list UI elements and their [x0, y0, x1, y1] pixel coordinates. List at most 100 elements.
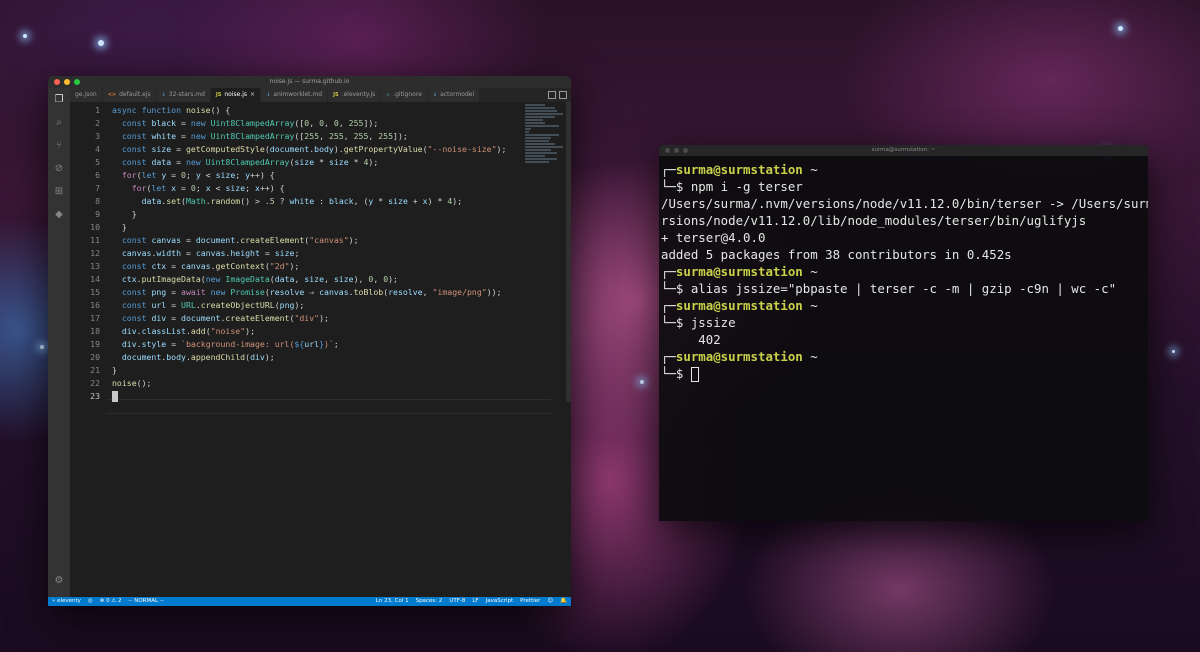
vim-mode: -- NORMAL --: [128, 598, 164, 604]
line-number: 18: [90, 326, 100, 336]
notifications-icon[interactable]: 🔔: [560, 597, 567, 606]
tab-package-json[interactable]: ge.json: [70, 88, 103, 102]
code-line: 19 div.style = `background-image: url(${…: [70, 338, 571, 351]
tab-default-ejs[interactable]: <> default.ejs: [102, 88, 157, 102]
git-file-icon: ◆: [386, 92, 391, 98]
more-actions-icon[interactable]: [559, 91, 567, 99]
code-line: 15 const png = await new Promise(resolve…: [70, 286, 571, 299]
close-window-button[interactable]: [665, 148, 670, 153]
code-line: 6 for(let y = 0; y < size; y++) {: [70, 169, 571, 182]
command-text: $ npm i -g terser: [675, 179, 803, 194]
prompt-user: surma@surmstation: [675, 298, 803, 313]
end-of-line[interactable]: LF: [472, 597, 478, 606]
sync-icon[interactable]: ◎: [88, 597, 93, 606]
command-text: $ jssize: [675, 315, 736, 330]
tab-gitignore[interactable]: ◆ .gitignore: [381, 88, 428, 102]
search-icon[interactable]: ⌕: [53, 117, 65, 129]
code-line: 11 const canvas = document.createElement…: [70, 234, 571, 247]
prompt-path: ~: [802, 162, 818, 177]
minimize-window-button[interactable]: [674, 148, 679, 153]
code-line: 5 const data = new Uint8ClampedArray(siz…: [70, 156, 571, 169]
code-line: 4 const size = getComputedStyle(document…: [70, 143, 571, 156]
markdown-file-icon: ↓: [432, 92, 438, 98]
line-number: 1: [95, 105, 100, 115]
git-branch-item[interactable]: ⑂ eleventy: [52, 597, 81, 606]
line-number: 11: [90, 235, 100, 245]
terminal-window[interactable]: surma@surmstation: ~ ┌─surma@surmstation…: [659, 145, 1148, 521]
js-file-icon: JS: [333, 92, 339, 98]
code-editor[interactable]: 1 async function noise() { 2 const black …: [70, 102, 571, 597]
terminal-titlebar: surma@surmstation: ~: [659, 145, 1148, 156]
extensions-icon[interactable]: ⊞: [53, 186, 65, 198]
background-star: [640, 380, 644, 384]
terminal-output[interactable]: ┌─surma@surmstation ~ └─$ npm i -g terse…: [661, 156, 1148, 521]
js-file-icon: JS: [215, 92, 222, 98]
code-line: 22 noise();: [70, 377, 571, 390]
line-number: 22: [90, 378, 100, 388]
line-number: 4: [95, 144, 100, 154]
background-star: [1118, 26, 1123, 31]
explorer-icon[interactable]: ❐: [53, 94, 65, 106]
line-number: 3: [95, 131, 100, 141]
code-line: 16 const url = URL.createObjectURL(png);: [70, 299, 571, 312]
code-line: 1 async function noise() {: [70, 104, 571, 117]
line-number: 15: [90, 287, 100, 297]
tab-label: .eleventy.js: [341, 91, 376, 98]
cursor-position[interactable]: Ln 23, Col 1: [376, 597, 409, 606]
zoom-window-button[interactable]: [683, 148, 688, 153]
code-line: 21}: [70, 364, 571, 377]
code-line: 18 div.classList.add("noise");: [70, 325, 571, 338]
code-line: 12 canvas.width = canvas.height = size;: [70, 247, 571, 260]
tab-noise-js[interactable]: JS noise.js ×: [210, 88, 262, 102]
code-line: 20 document.body.appendChild(div);: [70, 351, 571, 364]
line-number: 7: [95, 183, 100, 193]
tab-eleventy-js[interactable]: JS .eleventy.js: [328, 88, 382, 102]
line-number: 2: [95, 118, 100, 128]
debug-icon[interactable]: ⊘: [53, 163, 65, 175]
prompt-user: surma@surmstation: [675, 349, 803, 364]
source-control-icon[interactable]: ⑂: [53, 140, 65, 152]
line-number: 23: [90, 391, 100, 401]
terminal-prompt-line: ┌─surma@surmstation ~: [661, 349, 818, 364]
terminal-output-line: + terser@4.0.0: [661, 230, 766, 245]
gear-icon[interactable]: ⚙: [53, 575, 65, 587]
indentation[interactable]: Spaces: 2: [416, 597, 443, 606]
line-number: 12: [90, 248, 100, 258]
docker-icon[interactable]: ◆: [53, 209, 65, 221]
tab-actormodel[interactable]: ↓ actormodel: [427, 88, 481, 102]
terminal-output-line: added 5 packages from 38 contributors in…: [661, 247, 1012, 262]
problems-item[interactable]: ⊗ 0 ⚠ 2: [100, 597, 122, 606]
prompt-path: ~: [802, 298, 818, 313]
tab-animworklet-md[interactable]: ↓ animworklet.md: [261, 88, 329, 102]
background-star: [23, 34, 27, 38]
line-number: 17: [90, 313, 100, 323]
line-number: 19: [90, 339, 100, 349]
minimize-window-button[interactable]: [64, 79, 70, 85]
code-line: 8 data.set(Math.random() > .5 ? white : …: [70, 195, 571, 208]
prompt-path: ~: [802, 349, 818, 364]
language-mode[interactable]: JavaScript: [486, 597, 514, 606]
background-star: [98, 40, 104, 46]
branch-name: eleventy: [57, 598, 81, 604]
code-line: 2 const black = new Uint8ClampedArray([0…: [70, 117, 571, 130]
line-number: 9: [95, 209, 100, 219]
vscode-window-title: noise.js — surma.github.io: [269, 78, 350, 85]
close-window-button[interactable]: [54, 79, 60, 85]
feedback-icon[interactable]: ☺: [547, 597, 553, 606]
code-line: 13 const ctx = canvas.getContext("2d");: [70, 260, 571, 273]
markdown-file-icon: ↓: [266, 92, 271, 98]
encoding[interactable]: UTF-8: [449, 597, 465, 606]
line-number: 5: [95, 157, 100, 167]
tab-label: .gitignore: [393, 91, 422, 98]
terminal-prompt-line: ┌─surma@surmstation ~: [661, 298, 818, 313]
split-editor-icon[interactable]: [548, 91, 556, 99]
close-tab-icon[interactable]: ×: [250, 88, 255, 102]
zoom-window-button[interactable]: [74, 79, 80, 85]
terminal-output-line: 402: [661, 332, 721, 347]
tab-32-stars-md[interactable]: ↓ 32-stars.md: [156, 88, 211, 102]
terminal-prompt-line: ┌─surma@surmstation ~: [661, 162, 818, 177]
line-number: 10: [90, 222, 100, 232]
line-number: 6: [95, 170, 100, 180]
terminal-command-line: └─$: [661, 365, 699, 382]
prettier-status[interactable]: Prettier: [520, 597, 540, 606]
